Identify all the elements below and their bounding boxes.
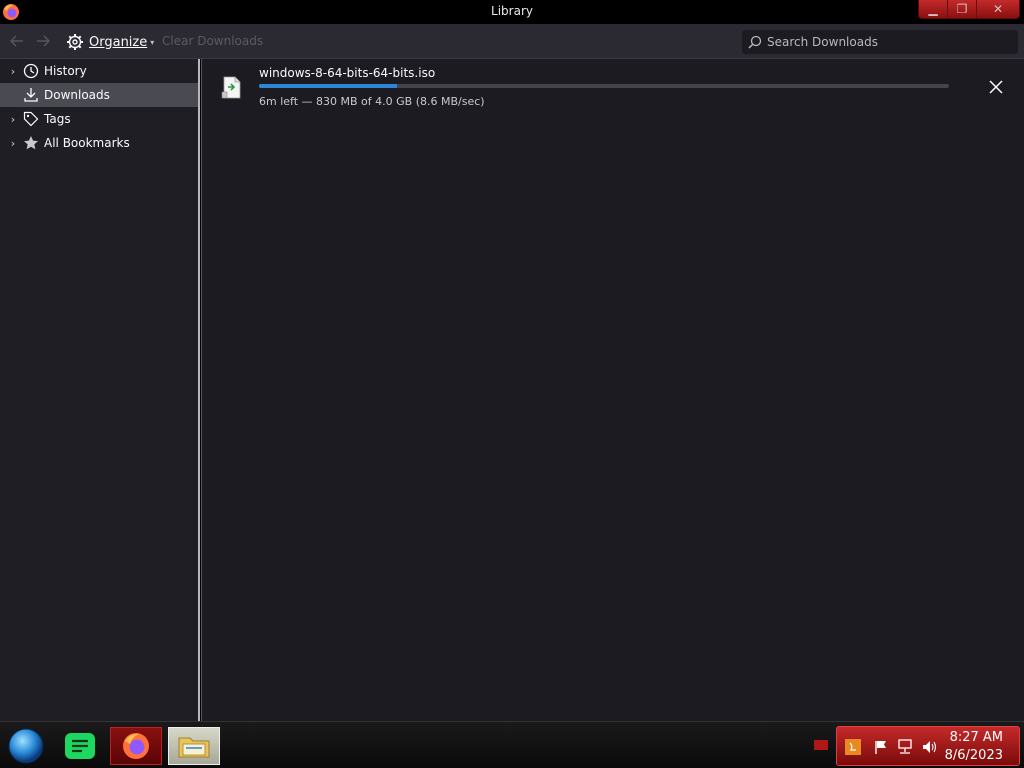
sidebar-item-history[interactable]: › History xyxy=(0,59,198,83)
restore-button[interactable]: ❐ xyxy=(948,0,977,18)
back-button[interactable] xyxy=(7,32,27,52)
tag-icon xyxy=(23,111,39,127)
sidebar-item-label: Tags xyxy=(44,112,71,126)
organize-menu-button[interactable]: Organize ▾ xyxy=(66,32,154,52)
sidebar-item-label: History xyxy=(44,64,87,78)
firefox-icon xyxy=(123,733,149,759)
library-toolbar: Organize ▾ Clear Downloads Search Downlo… xyxy=(0,24,1024,59)
spotify-icon xyxy=(65,733,95,759)
clock-time[interactable]: 8:27 AM xyxy=(950,730,1003,745)
volume-icon[interactable] xyxy=(921,739,937,755)
download-status: 6m left — 830 MB of 4.0 GB (8.6 MB/sec) xyxy=(259,95,485,108)
arrow-left-icon xyxy=(9,35,23,47)
chevron-right-icon[interactable]: › xyxy=(7,65,19,78)
taskbar: 8:27 AM 8/6/2023 xyxy=(0,721,1024,768)
tray-overflow-button[interactable] xyxy=(814,740,828,750)
minimize-button[interactable]: ▁ xyxy=(919,0,948,18)
star-icon xyxy=(24,136,38,150)
library-sidebar: › History › Downloads › Tags › All Bookm… xyxy=(0,59,200,721)
taskbar-spotify-button[interactable] xyxy=(54,727,106,765)
download-progress-bar xyxy=(259,84,949,88)
downloads-list: windows-8-64-bits-64-bits.iso 6m left — … xyxy=(201,59,1024,721)
download-progress-fill xyxy=(259,84,397,88)
taskbar-firefox-button[interactable] xyxy=(110,727,162,765)
clear-downloads-button[interactable]: Clear Downloads xyxy=(162,34,263,48)
system-tray: 8:27 AM 8/6/2023 xyxy=(836,726,1020,766)
sidebar-item-tags[interactable]: › Tags xyxy=(0,107,198,131)
search-placeholder: Search Downloads xyxy=(767,35,878,49)
clock-date[interactable]: 8/6/2023 xyxy=(945,748,1003,763)
start-orb-icon[interactable] xyxy=(6,728,46,764)
window-titlebar: Library ▁ ❐ ✕ xyxy=(0,0,1024,24)
chevron-right-icon[interactable]: › xyxy=(7,137,19,150)
folder-icon xyxy=(178,737,210,758)
sidebar-item-all-bookmarks[interactable]: › All Bookmarks xyxy=(0,131,198,155)
sidebar-item-downloads[interactable]: › Downloads xyxy=(0,83,198,107)
organize-label: Organize xyxy=(89,34,148,50)
arrow-right-icon xyxy=(37,35,51,47)
forward-button[interactable] xyxy=(33,32,53,52)
java-update-icon[interactable] xyxy=(845,739,861,755)
network-icon[interactable] xyxy=(897,739,913,755)
action-center-flag-icon[interactable] xyxy=(873,739,889,755)
download-item[interactable]: windows-8-64-bits-64-bits.iso 6m left — … xyxy=(202,59,1023,117)
sidebar-item-label: All Bookmarks xyxy=(44,136,130,150)
window-controls: ▁ ❐ ✕ xyxy=(918,0,1020,19)
gear-icon xyxy=(67,34,83,50)
file-icon xyxy=(221,76,241,99)
search-icon xyxy=(748,35,762,49)
download-icon xyxy=(24,88,38,102)
close-button[interactable]: ✕ xyxy=(977,0,1019,18)
download-filename: windows-8-64-bits-64-bits.iso xyxy=(259,66,436,80)
chevron-down-icon: ▾ xyxy=(150,37,155,47)
cancel-download-button[interactable] xyxy=(985,76,1007,98)
clock-icon xyxy=(23,63,39,79)
window-title: Library xyxy=(491,4,533,18)
chevron-right-icon[interactable]: › xyxy=(7,113,19,126)
sidebar-item-label: Downloads xyxy=(44,88,110,102)
taskbar-explorer-button[interactable] xyxy=(168,727,220,765)
search-downloads-input[interactable]: Search Downloads xyxy=(742,30,1018,54)
